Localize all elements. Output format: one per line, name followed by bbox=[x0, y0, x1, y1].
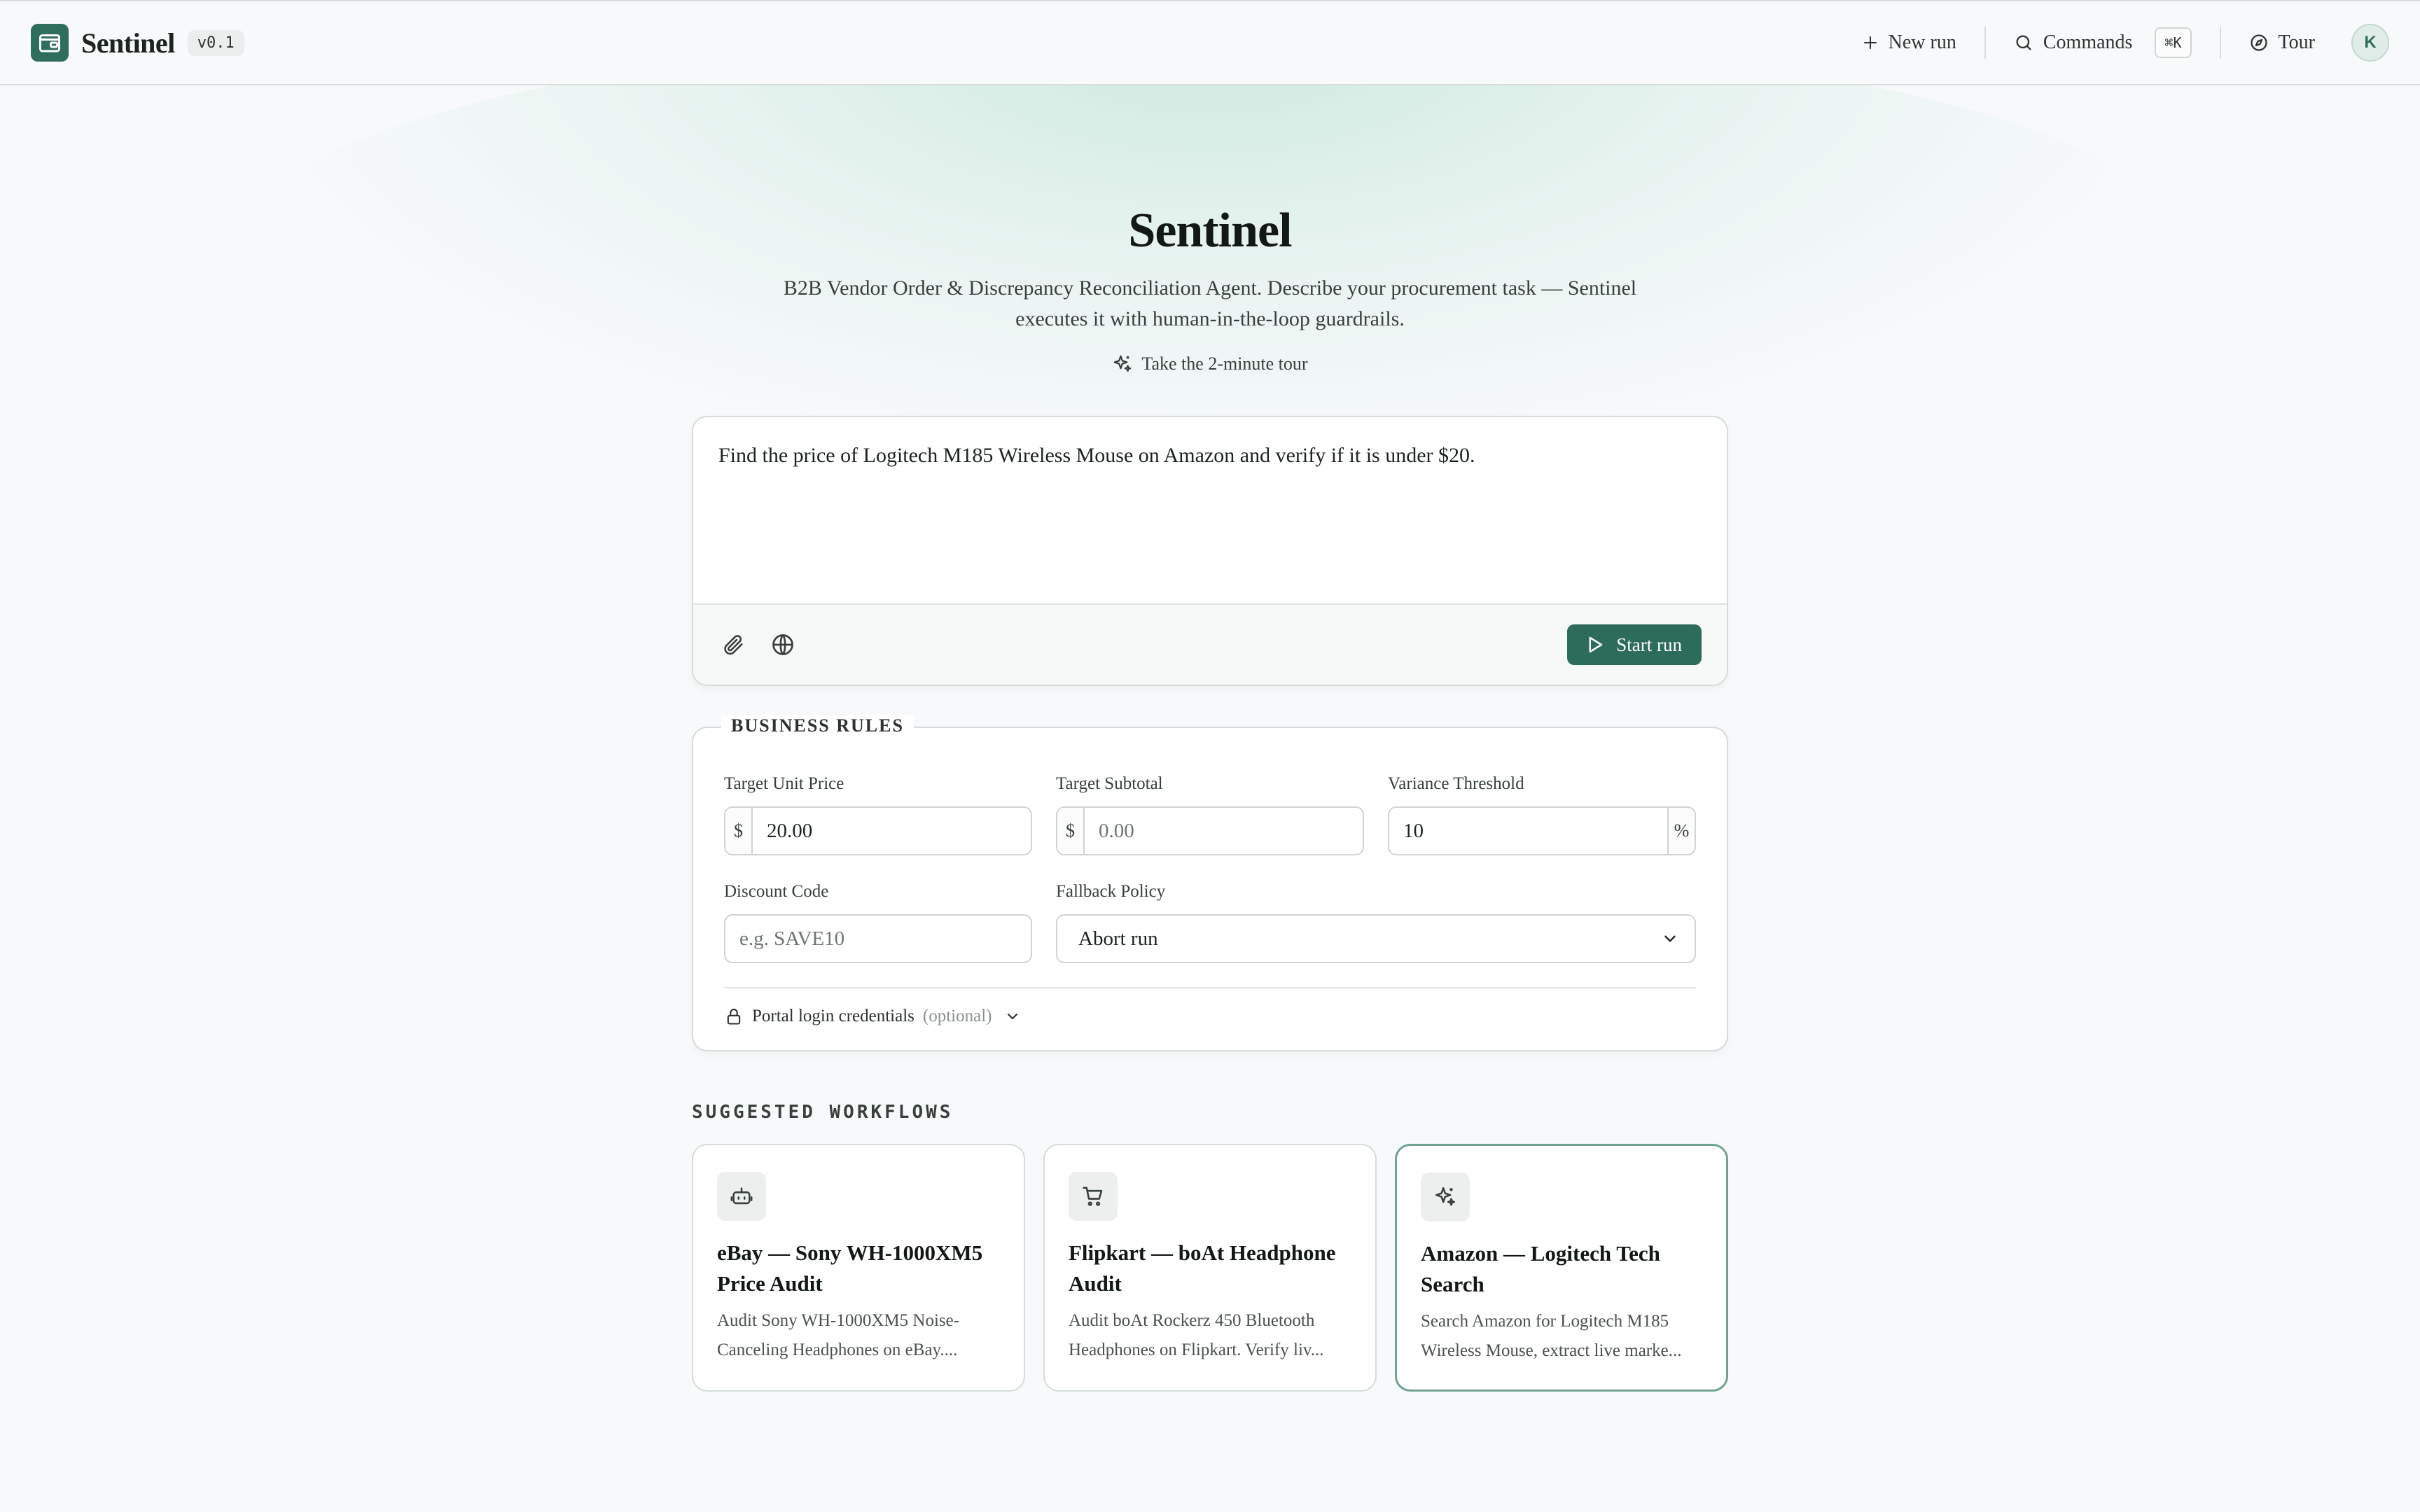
top-actions: New run Commands ⌘K Tour K bbox=[1862, 24, 2389, 62]
commands-shortcut: ⌘K bbox=[2155, 27, 2192, 58]
commands-button[interactable]: Commands ⌘K bbox=[2014, 27, 2192, 58]
workflow-card-amazon[interactable]: Amazon — Logitech Tech Search Search Ama… bbox=[1395, 1144, 1728, 1392]
rules-divider bbox=[724, 987, 1696, 988]
discount-code-input[interactable] bbox=[725, 916, 1031, 962]
logo-icon[interactable] bbox=[31, 24, 69, 62]
search-icon bbox=[2016, 35, 2031, 50]
plus-icon bbox=[1863, 36, 1877, 49]
variance-threshold-field: % bbox=[1388, 806, 1696, 855]
suggested-workflows-heading: SUGGESTED WORKFLOWS bbox=[692, 1102, 954, 1123]
commands-label: Commands bbox=[2043, 31, 2133, 53]
start-run-label: Start run bbox=[1616, 634, 1682, 655]
page-subtitle: B2B Vendor Order & Discrepancy Reconcili… bbox=[783, 276, 1637, 330]
version-badge: v0.1 bbox=[187, 29, 244, 56]
sparkles-icon bbox=[1114, 355, 1132, 372]
discount-code-field bbox=[724, 914, 1032, 963]
fallback-policy-value: Abort run bbox=[1078, 927, 1158, 950]
fallback-policy-label: Fallback Policy bbox=[1056, 882, 1166, 901]
chevron-down-icon bbox=[1008, 1013, 1018, 1020]
brand-name[interactable]: Sentinel bbox=[81, 27, 175, 59]
compass-icon bbox=[2250, 34, 2267, 51]
chevron-down-icon bbox=[1664, 935, 1676, 942]
business-rules-heading: BUSINESS RULES bbox=[721, 715, 914, 736]
avatar[interactable]: K bbox=[2351, 24, 2389, 62]
top-bar: Sentinel v0.1 New run Commands ⌘K Tour K bbox=[0, 0, 2420, 85]
workflow-description: Audit Sony WH-1000XM5 Noise-Canceling He… bbox=[717, 1311, 960, 1359]
paperclip-icon bbox=[724, 635, 743, 655]
workflow-card-flipkart[interactable]: Flipkart — boAt Headphone Audit Audit bo… bbox=[1043, 1144, 1377, 1392]
lock-icon bbox=[727, 1009, 741, 1025]
fallback-policy-select[interactable]: Abort run bbox=[1056, 914, 1696, 963]
target-unit-price-label: Target Unit Price bbox=[724, 774, 844, 793]
workflow-card-ebay[interactable]: eBay — Sony WH-1000XM5 Price Audit Audit… bbox=[692, 1144, 1025, 1392]
target-unit-price-input[interactable] bbox=[753, 808, 1031, 854]
divider bbox=[1984, 27, 1986, 59]
play-icon bbox=[1589, 636, 1603, 653]
target-subtotal-input[interactable] bbox=[1085, 808, 1363, 854]
variance-threshold-label: Variance Threshold bbox=[1388, 774, 1524, 793]
tour-link[interactable]: Take the 2-minute tour bbox=[0, 354, 2420, 374]
start-run-button[interactable]: Start run bbox=[1567, 624, 1702, 665]
tour-button[interactable]: Tour bbox=[2249, 31, 2315, 54]
credentials-optional-note: (optional) bbox=[922, 1007, 992, 1026]
web-access-button[interactable] bbox=[767, 629, 798, 660]
credentials-label: Portal login credentials bbox=[752, 1007, 915, 1026]
workflow-description: Search Amazon for Logitech M185 Wireless… bbox=[1421, 1312, 1682, 1360]
fallback-policy-value-box: Abort run bbox=[1057, 916, 1695, 962]
currency-prefix: $ bbox=[725, 808, 753, 854]
prompt-toolbar: Start run bbox=[693, 603, 1727, 685]
task-prompt-card: Find the price of Logitech M185 Wireless… bbox=[692, 416, 1728, 686]
page-title: Sentinel bbox=[1128, 204, 1292, 258]
business-rules-card: BUSINESS RULES Target Unit Price $ Targe… bbox=[692, 715, 1728, 1051]
new-run-label: New run bbox=[1888, 31, 1956, 53]
globe-icon bbox=[772, 634, 793, 655]
target-unit-price-field: $ bbox=[724, 806, 1032, 855]
discount-code-label: Discount Code bbox=[724, 882, 829, 901]
attach-button[interactable] bbox=[718, 629, 749, 660]
target-subtotal-label: Target Subtotal bbox=[1056, 774, 1163, 793]
target-subtotal-field: $ bbox=[1056, 806, 1364, 855]
percent-suffix: % bbox=[1667, 808, 1695, 854]
credentials-toggle[interactable]: Portal login credentials (optional) bbox=[724, 1007, 1029, 1026]
currency-prefix: $ bbox=[1057, 808, 1085, 854]
sparkles-icon bbox=[1421, 1172, 1470, 1222]
cart-icon bbox=[1069, 1172, 1118, 1221]
variance-threshold-input[interactable] bbox=[1389, 808, 1667, 854]
divider bbox=[2219, 27, 2221, 59]
workflow-description: Audit boAt Rockerz 450 Bluetooth Headpho… bbox=[1069, 1311, 1324, 1359]
tour-link-label: Take the 2-minute tour bbox=[1141, 354, 1308, 374]
workflow-title: Amazon — Logitech Tech Search bbox=[1421, 1241, 1660, 1296]
task-prompt-input[interactable]: Find the price of Logitech M185 Wireless… bbox=[718, 444, 1475, 468]
workflow-title: Flipkart — boAt Headphone Audit bbox=[1069, 1240, 1336, 1296]
new-run-button[interactable]: New run bbox=[1862, 31, 1956, 54]
workflow-title: eBay — Sony WH-1000XM5 Price Audit bbox=[717, 1240, 983, 1296]
robot-icon bbox=[717, 1172, 766, 1221]
tour-label: Tour bbox=[2278, 31, 2315, 53]
